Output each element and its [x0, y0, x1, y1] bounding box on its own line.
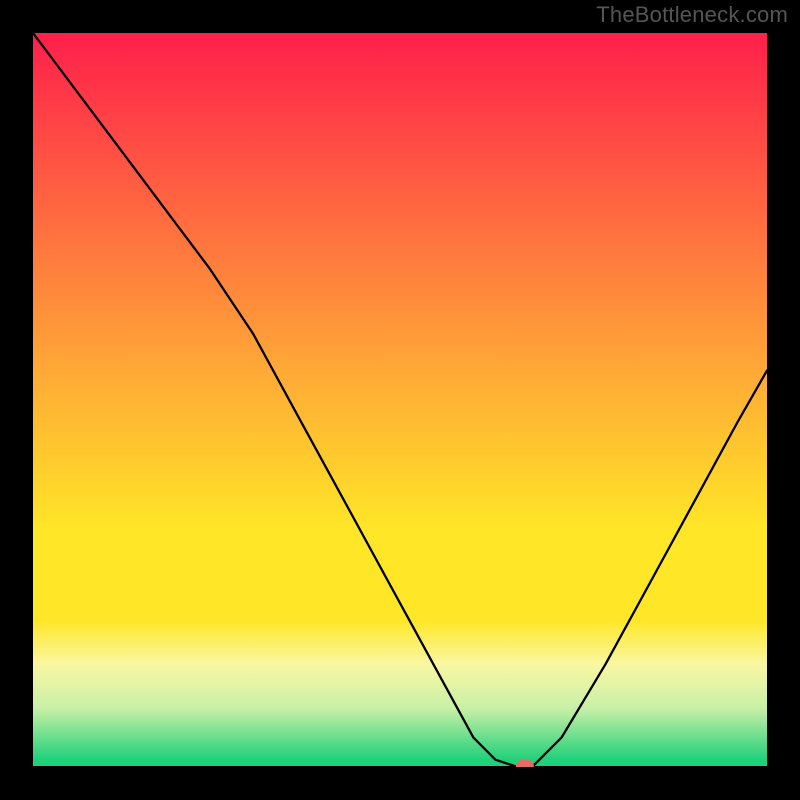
optimal-marker [516, 760, 534, 767]
plot-area [33, 33, 767, 767]
gradient-background [33, 33, 767, 767]
chart-frame: TheBottleneck.com [0, 0, 800, 800]
chart-svg [33, 33, 767, 767]
branding-watermark: TheBottleneck.com [596, 2, 788, 28]
